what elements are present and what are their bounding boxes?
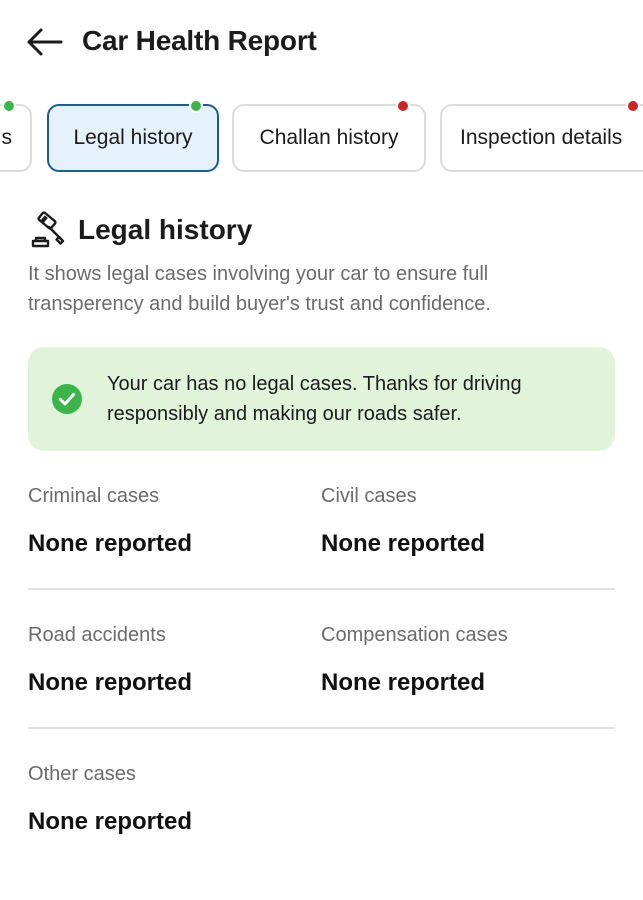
case-road-accidents: Road accidents None reported [28,622,308,698]
tab-label: Legal history [73,126,193,149]
page-title: Car Health Report [82,25,317,56]
section-title: Legal history [78,214,253,245]
tab-label: s [1,126,13,149]
tab-challan-history[interactable]: Challan history [232,99,426,172]
report-tabs: s Legal history Challan history Inspecti… [0,96,643,180]
section-heading: Legal history [28,210,252,250]
case-value: None reported [321,669,486,696]
status-dot-green [189,99,203,113]
app-header: Car Health Report [0,0,643,86]
tab-previous[interactable]: s [0,99,32,172]
case-criminal: Criminal cases None reported [28,483,308,559]
arrow-left-icon [27,28,63,56]
tab-inspection-details[interactable]: Inspection details [440,99,643,172]
no-cases-notice: Your car has no legal cases. Thanks for … [28,347,615,451]
tab-legal-history[interactable]: Legal history [47,99,219,172]
status-dot-red [626,99,640,113]
case-compensation: Compensation cases None reported [321,622,601,698]
case-civil: Civil cases None reported [321,483,601,559]
back-button[interactable] [24,24,64,60]
divider [28,588,615,590]
case-value: None reported [321,530,486,557]
divider [28,727,615,729]
section-description: It shows legal cases involving your car … [28,263,491,315]
status-dot-red [396,99,410,113]
gavel-icon [31,211,65,248]
tab-label: Challan history [259,126,399,149]
check-circle-icon [52,384,82,414]
tab-label: Inspection details [460,126,623,149]
case-value: None reported [28,530,193,557]
status-dot-green [2,99,16,113]
notice-text: Your car has no legal cases. Thanks for … [107,373,522,425]
case-value: None reported [28,669,193,696]
case-value: None reported [28,808,193,835]
case-label: Criminal cases [28,485,160,507]
case-label: Other cases [28,763,136,785]
case-label: Compensation cases [321,624,508,646]
case-label: Civil cases [321,485,417,507]
case-label: Road accidents [28,624,166,646]
case-other: Other cases None reported [28,761,308,837]
